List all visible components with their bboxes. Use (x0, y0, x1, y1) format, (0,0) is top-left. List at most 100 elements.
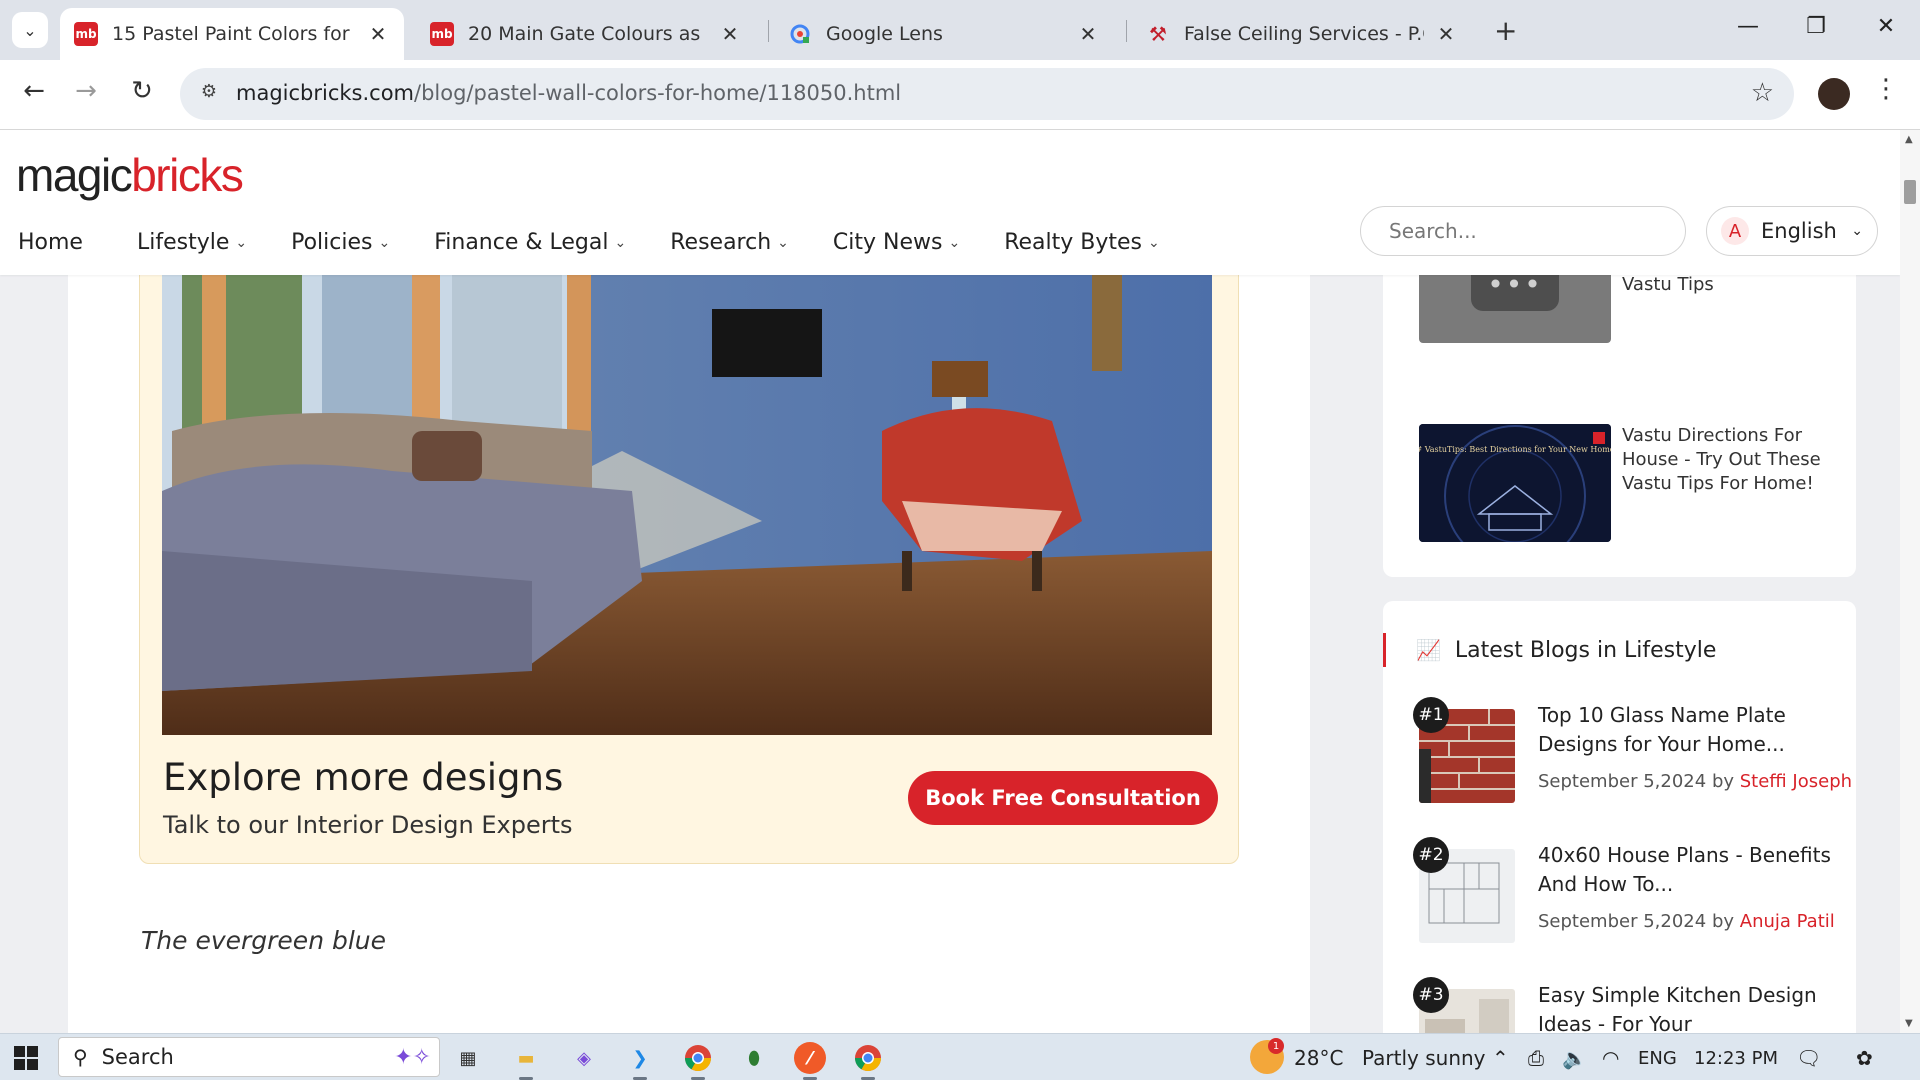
blog-list-item[interactable]: #2 40x60 House Plans - Benefits And How … (1413, 837, 1839, 943)
nav-research[interactable]: Research ⌄ (670, 230, 789, 255)
nav-label: Research (670, 230, 772, 255)
blog-title[interactable]: Easy Simple Kitchen Design Ideas - For Y… (1538, 981, 1838, 1033)
address-bar[interactable]: ⚙ magicbricks.com/blog/pastel-wall-color… (180, 68, 1794, 120)
reload-icon[interactable]: ↻ (124, 76, 160, 106)
blog-list-item[interactable]: #3 Easy Simple Kitchen Design Ideas - Fo… (1413, 977, 1839, 1033)
vscode-icon[interactable]: ❯ (624, 1042, 656, 1074)
weather-badge: 1 (1268, 1038, 1284, 1054)
nav-label: Home (18, 230, 83, 255)
magicbricks-favicon-icon: mb (430, 22, 454, 46)
nav-realty-bytes[interactable]: Realty Bytes ⌄ (1004, 230, 1160, 255)
browser-tab-strip: ⌄ mb 15 Pastel Paint Colors for Walls ✕ … (0, 0, 1920, 60)
taskbar-search-box[interactable]: ⚲ Search ✦✧ (58, 1037, 440, 1077)
chrome-icon[interactable] (682, 1042, 714, 1074)
task-view-icon[interactable]: ▦ (452, 1042, 484, 1074)
blog-author-link[interactable]: Anuja Patil (1740, 911, 1835, 932)
latest-blogs-card: 📈 Latest Blogs in Lifestyle #1 Top 10 Gl… (1383, 601, 1856, 1033)
visual-studio-icon[interactable]: ◈ (568, 1042, 600, 1074)
windows-start-icon[interactable] (14, 1046, 38, 1070)
new-tab-plus-icon[interactable]: + (1494, 14, 1517, 47)
weather-temp[interactable]: 28°C (1294, 1046, 1343, 1070)
forward-arrow-icon[interactable]: → (68, 76, 104, 106)
nav-home[interactable]: Home (18, 230, 83, 255)
close-tab-icon[interactable]: ✕ (718, 22, 742, 46)
chevron-down-icon: ⌄ (1851, 223, 1863, 239)
trending-chart-icon: 📈 (1416, 638, 1441, 662)
magicbricks-logo[interactable]: magicbricks (16, 148, 244, 202)
weather-condition[interactable]: Partly sunny (1362, 1046, 1486, 1070)
book-free-consultation-button[interactable]: Book Free Consultation (908, 771, 1218, 825)
tray-overflow-chevron-icon[interactable]: ⌃ (1492, 1046, 1509, 1070)
taskbar-search-label: Search (101, 1045, 174, 1069)
minimize-window-icon[interactable]: — (1728, 14, 1768, 39)
search-icon: ⚲ (73, 1045, 88, 1069)
copilot-icon[interactable]: ✿ (1856, 1046, 1873, 1070)
file-explorer-icon[interactable]: ▬ (510, 1042, 542, 1074)
nav-policies[interactable]: Policies ⌄ (291, 230, 390, 255)
blog-list-item[interactable]: #1 Top 10 Glass Name Plate Designs for Y… (1413, 697, 1852, 803)
bookmark-star-icon[interactable]: ☆ (1751, 78, 1774, 108)
chevron-down-icon: ⌄ (948, 234, 961, 251)
browser-toolbar: ← → ↻ ⚙ magicbricks.com/blog/pastel-wall… (0, 60, 1920, 130)
video-title[interactable]: Vastu Directions For House - Try Out The… (1622, 424, 1832, 496)
url-text[interactable]: magicbricks.com/blog/pastel-wall-colors-… (236, 81, 901, 105)
google-lens-icon (788, 22, 812, 46)
tab-pastel-paint-colors[interactable]: mb 15 Pastel Paint Colors for Walls ✕ (60, 8, 404, 60)
chrome-profile-icon[interactable] (852, 1042, 884, 1074)
close-tab-icon[interactable]: ✕ (1076, 22, 1100, 46)
postman-icon[interactable]: ⁄ (794, 1042, 826, 1074)
site-search-input[interactable]: Search... (1360, 206, 1686, 256)
scrollbar-thumb[interactable] (1904, 180, 1916, 204)
url-path: /blog/pastel-wall-colors-for-home/118050… (414, 81, 902, 105)
scroll-down-arrow-icon[interactable]: ▼ (1905, 1018, 1913, 1029)
page-scrollbar[interactable]: ▲ ▼ (1900, 130, 1920, 1033)
nav-label: Lifestyle (136, 230, 230, 255)
tab-false-ceiling-services[interactable]: ⚒ False Ceiling Services - P.O.Y. Bc ✕ (1132, 8, 1472, 60)
restore-window-icon[interactable]: ❐ (1796, 14, 1836, 39)
blog-title[interactable]: Top 10 Glass Name Plate Designs for Your… (1538, 701, 1838, 759)
blog-date: September 5,2024 (1538, 911, 1707, 932)
mongodb-compass-icon[interactable]: ⬮ (738, 1042, 770, 1074)
tab-search-chevron-icon[interactable]: ⌄ (12, 12, 48, 48)
close-window-icon[interactable]: ✕ (1866, 14, 1906, 39)
back-arrow-icon[interactable]: ← (16, 76, 52, 106)
blog-title[interactable]: 40x60 House Plans - Benefits And How To.… (1538, 841, 1838, 899)
input-language[interactable]: ENG (1638, 1048, 1677, 1069)
nav-label: City News (832, 230, 943, 255)
language-selector[interactable]: A English ⌄ (1706, 206, 1878, 256)
nav-label: Policies (291, 230, 373, 255)
chevron-down-icon: ⌄ (1148, 234, 1160, 251)
blog-date: September 5,2024 (1538, 771, 1707, 792)
close-tab-icon[interactable]: ✕ (366, 22, 390, 46)
poy-favicon-icon: ⚒ (1149, 22, 1167, 46)
search-highlight-decoration-icon: ✦✧ (394, 1044, 431, 1070)
video-thumbnail[interactable]: # VastuTips: Best Directions for Your Ne… (1419, 424, 1611, 542)
tab-main-gate-colours[interactable]: mb 20 Main Gate Colours as per V ✕ (416, 8, 756, 60)
blog-author-link[interactable]: Steffi Joseph (1740, 771, 1852, 792)
volume-icon[interactable]: 🔈 (1562, 1046, 1587, 1070)
logo-magic: magic (16, 149, 133, 201)
tab-title: False Ceiling Services - P.O.Y. Bc (1184, 23, 1424, 45)
notifications-icon[interactable]: 🗨 (1796, 1046, 1821, 1070)
site-header: magicbricks Home Lifestyle ⌄ Policies ⌄ Fi… (0, 130, 1900, 275)
tab-google-lens[interactable]: Google Lens ✕ (774, 8, 1114, 60)
profile-avatar[interactable] (1818, 78, 1850, 110)
clock-time[interactable]: 12:23 PM (1694, 1048, 1778, 1069)
meet-now-icon[interactable]: ⎙ (1528, 1046, 1544, 1070)
video-thumbnail-text: # VastuTips: Best Directions for Your Ne… (1419, 445, 1611, 454)
latest-blogs-title: Latest Blogs in Lifestyle (1454, 637, 1717, 663)
wifi-icon[interactable]: ◠ (1602, 1046, 1619, 1070)
tab-title: Google Lens (826, 23, 943, 45)
nav-city-news[interactable]: City News ⌄ (833, 230, 960, 255)
logo-bricks: bricks (131, 149, 244, 201)
tab-separator (768, 20, 769, 42)
close-tab-icon[interactable]: ✕ (1434, 22, 1458, 46)
scroll-up-arrow-icon[interactable]: ▲ (1905, 134, 1913, 145)
nav-finance-legal[interactable]: Finance & Legal ⌄ (434, 230, 626, 255)
video-item[interactable]: # VastuTips: Best Directions for Your Ne… (1419, 424, 1839, 544)
rank-badge: #3 (1413, 977, 1449, 1013)
nav-lifestyle[interactable]: Lifestyle ⌄ (137, 230, 247, 255)
windows-taskbar: ⚲ Search ✦✧ ▦ ▬ ◈ ❯ ⬮ ⁄ 1 28°C Partly su… (0, 1033, 1920, 1080)
site-info-tune-icon[interactable]: ⚙ (196, 81, 222, 107)
browser-menu-icon[interactable]: ⋮ (1872, 74, 1900, 104)
